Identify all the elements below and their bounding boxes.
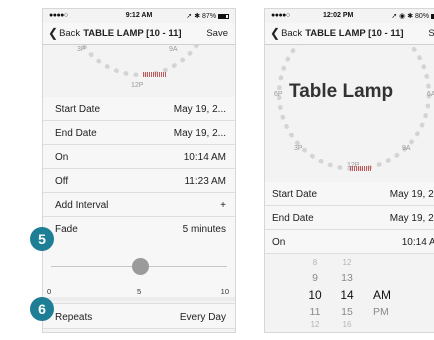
save-button[interactable]: Save	[206, 28, 228, 39]
row-end-date[interactable]: End Date May 19, 2...	[43, 121, 235, 145]
row-value: 10:14 AM	[183, 152, 226, 163]
back-button[interactable]: ❮Back TABLE LAMP [10 - 11]	[48, 26, 182, 40]
battery-percent: 80%	[415, 13, 430, 20]
row-on-time[interactable]: On 10:14 AM	[43, 145, 235, 169]
dial-label-12p: 12P	[131, 82, 144, 89]
slider-mid-label: 5	[137, 287, 142, 296]
nav-bar: ❮Back TABLE LAMP [10 - 11] Save	[43, 23, 235, 45]
status-bar: ●●●●○ 12:02 PM ➚ ◉ ✱ 80%	[265, 9, 434, 23]
chevron-left-icon: ❮	[270, 26, 281, 40]
dial-label-9a: 9A	[169, 46, 178, 53]
status-time: 12:02 PM	[323, 12, 354, 19]
picker-minute-selected[interactable]: 14	[335, 288, 359, 302]
picker-hour[interactable]: 8	[303, 258, 327, 267]
row-value: 5 minutes	[182, 224, 226, 235]
picker-minute[interactable]: 12	[335, 258, 359, 267]
picker-hour[interactable]: 11	[303, 306, 327, 318]
row-label: Fade	[55, 224, 78, 235]
battery-percent: 87%	[202, 13, 217, 20]
row-value: Every Day	[179, 312, 226, 323]
row-label: On	[55, 152, 69, 163]
spacer	[43, 297, 235, 301]
time-picker[interactable]: 8 9 10 11 12 12 13 14 15 16 AM PM	[265, 256, 434, 332]
slider-thumb[interactable]	[131, 258, 149, 275]
status-right: ➚ ◉ ✱ 80%	[391, 12, 434, 20]
slider-min-label: 0	[47, 287, 52, 296]
row-fade: Fade 5 minutes	[43, 217, 235, 241]
phone-screen-1: ●●●●○ 9:12 AM ➚ ✱ 87% ❮Back TABLE LAMP [1…	[42, 8, 236, 333]
chevron-left-icon: ❮	[48, 26, 59, 40]
callout-6: 6	[30, 297, 54, 321]
dial-label-12p: 12P	[347, 162, 360, 169]
row-value: 10:14 AM	[401, 237, 434, 248]
row-start-date[interactable]: Start Date May 19, 2...	[43, 97, 235, 121]
schedule-dial[interactable]: 3P 9A 12P	[43, 45, 235, 97]
dial-label-9a: 9A	[402, 145, 411, 152]
fade-slider[interactable]: 0 5 10	[43, 241, 235, 297]
signal-dots-icon: ●●●●○	[271, 12, 290, 19]
row-off-time[interactable]: Off 11:23 AM	[43, 169, 235, 193]
row-label: Off	[55, 176, 69, 187]
row-add-interval[interactable]: Add Interval +	[43, 193, 235, 217]
status-right: ➚ ✱ 87%	[186, 12, 229, 20]
row-value: May 19, 2...	[173, 128, 226, 139]
phone-screen-2: ●●●●○ 12:02 PM ➚ ◉ ✱ 80% ❮Back TABLE LAMP…	[264, 8, 434, 333]
picker-ampm-selected[interactable]: AM	[373, 288, 397, 302]
callout-5: 5	[30, 227, 54, 251]
row-value: May 19, 2...	[173, 104, 226, 115]
back-label: Back	[59, 28, 81, 39]
nav-title: TABLE LAMP [10 - 11]	[305, 28, 404, 39]
row-repeats[interactable]: Repeats Every Day	[43, 303, 235, 329]
picker-minute[interactable]: 13	[335, 272, 359, 284]
schedule-dial[interactable]: 6P 3P 9A 12P 6A	[265, 45, 434, 182]
row-label: Repeats	[55, 312, 93, 323]
picker-ampm[interactable]: PM	[373, 306, 397, 318]
row-value: May 19, 2...	[389, 189, 434, 200]
row-label: Start Date	[55, 104, 101, 115]
save-button[interactable]: Sa	[428, 28, 434, 39]
row-end-date[interactable]: End Date May 19, 2...	[265, 206, 434, 230]
picker-hour[interactable]: 9	[303, 272, 327, 284]
dial-label-3p: 3P	[77, 46, 86, 53]
row-label: Start Date	[272, 189, 318, 200]
row-value: May 19, 2...	[389, 213, 434, 224]
battery-icon	[218, 13, 229, 19]
row-label: End Date	[55, 128, 97, 139]
row-value: 11:23 AM	[184, 176, 226, 187]
slider-max-label: 10	[220, 287, 229, 296]
row-label: End Date	[272, 213, 314, 224]
picker-minute[interactable]: 15	[335, 306, 359, 318]
dial-label-6a: 6A	[427, 91, 434, 98]
nav-bar: ❮BackTABLE LAMP [10 - 11] Sa	[265, 23, 434, 45]
row-label: On	[272, 237, 286, 248]
back-label: Back	[281, 28, 303, 39]
row-label: Add Interval	[55, 200, 109, 211]
nav-title: TABLE LAMP [10 - 11]	[83, 28, 182, 39]
dial-label-6p: 6P	[274, 91, 283, 98]
row-start-date[interactable]: Start Date May 19, 2...	[265, 182, 434, 206]
picker-minute[interactable]: 16	[335, 320, 359, 329]
dial-label-3p: 3P	[294, 145, 303, 152]
picker-hour[interactable]: 12	[303, 320, 327, 329]
status-bar: ●●●●○ 9:12 AM ➚ ✱ 87%	[43, 9, 235, 23]
picker-hour-selected[interactable]: 10	[303, 288, 327, 302]
back-button[interactable]: ❮Back TABLE LAMP [10 - 11]	[270, 26, 404, 40]
row-on-time[interactable]: On 10:14 AM	[265, 230, 434, 254]
add-interval-plus-icon[interactable]: +	[220, 200, 226, 211]
device-title: Table Lamp	[289, 81, 394, 102]
